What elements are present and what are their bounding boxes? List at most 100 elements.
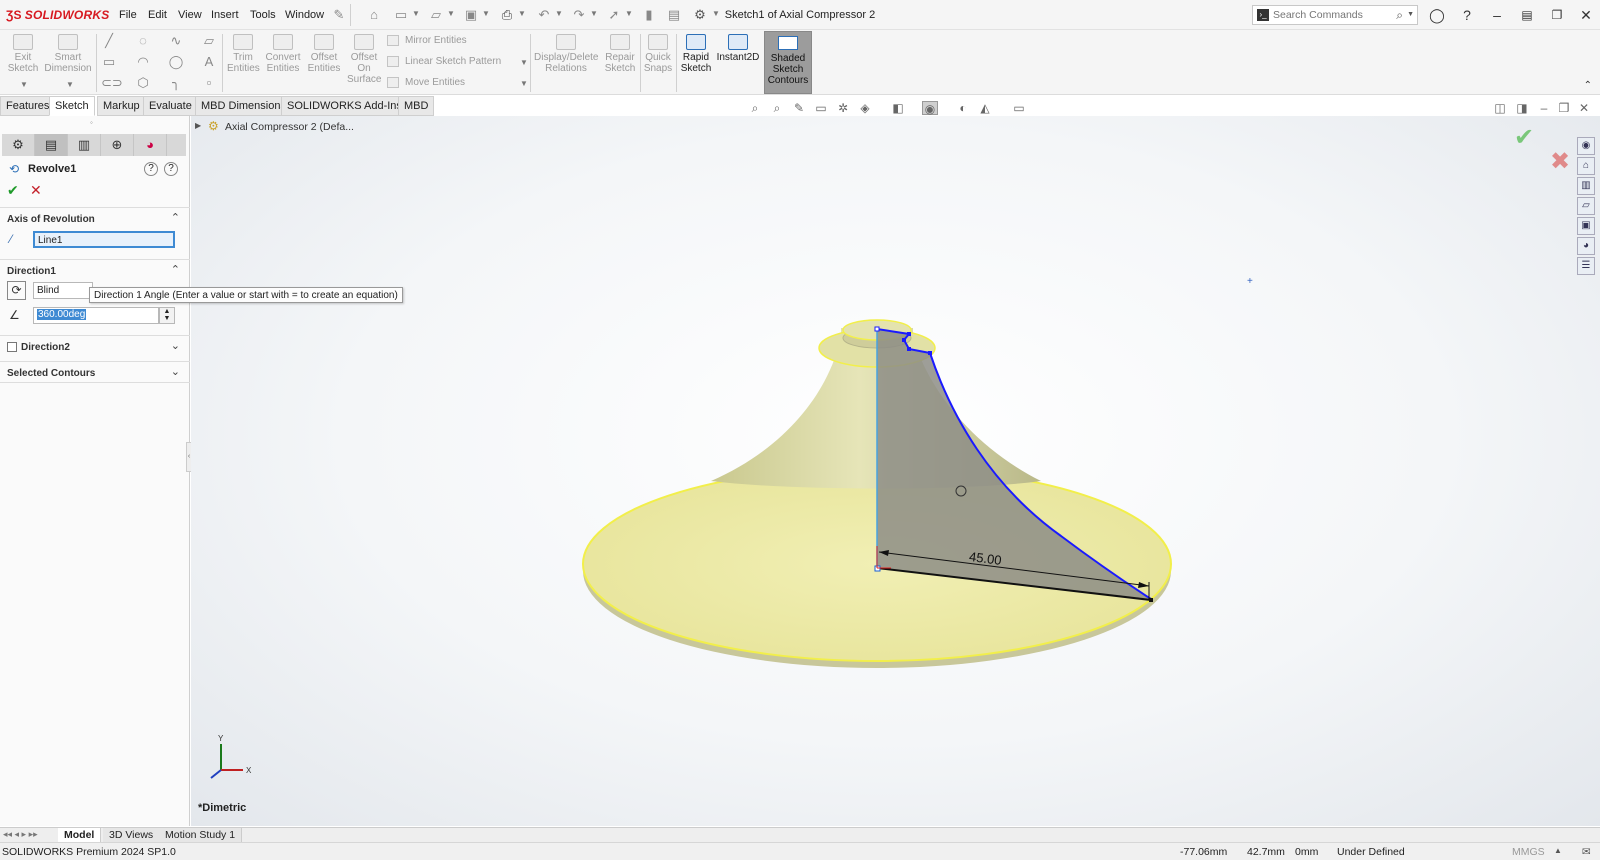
close-window-icon[interactable]: ✕ <box>1576 6 1596 24</box>
pin-icon[interactable]: ✎ <box>331 7 347 23</box>
display-delete-relations-button[interactable]: Display/Delete Relations <box>534 34 598 74</box>
sketch-point[interactable] <box>902 338 906 342</box>
tab-evaluate[interactable]: Evaluate <box>143 96 198 116</box>
ok-checkmark-icon[interactable]: ✔ <box>7 182 19 199</box>
linear-sketch-pattern-button[interactable]: Linear Sketch Pattern <box>387 56 501 67</box>
repair-sketch-button[interactable]: Repair Sketch <box>603 34 637 74</box>
chevron-up-icon[interactable]: ⌃ <box>171 263 180 276</box>
confirm-corner-check-icon[interactable]: ✔ <box>1514 123 1534 152</box>
tab-scroll-arrows-icon[interactable]: ◂◂ ◂ ▸ ▸▸ <box>3 829 38 840</box>
property-manager-tab-icon[interactable]: ▤ <box>35 134 68 156</box>
design-library-icon[interactable]: ▥ <box>1577 177 1595 195</box>
cancel-x-icon[interactable]: ✕ <box>30 182 42 199</box>
angle-spinner[interactable]: ▲ ▼ <box>159 307 175 324</box>
select-cursor-icon[interactable]: ➚ <box>606 7 622 23</box>
dimxpert-manager-tab-icon[interactable]: ⊕ <box>101 134 134 156</box>
chevron-down-icon[interactable]: ▼ <box>712 9 720 18</box>
detail-help-icon[interactable]: ? <box>164 162 178 176</box>
model-view[interactable]: 45.00 + Y X *Dimetric <box>191 116 1600 826</box>
section-view-icon[interactable]: ▭ <box>813 101 829 115</box>
notification-icon[interactable]: ✉ <box>1582 846 1591 858</box>
file-properties-icon[interactable]: ▤ <box>666 7 682 23</box>
display-manager-tab-icon[interactable]: ◕ <box>134 134 167 156</box>
slot-tool-icon[interactable]: ⊂⊃ <box>101 75 123 91</box>
redo-icon[interactable]: ↷ <box>571 7 587 23</box>
graphics-area[interactable]: ▶ ⚙ Axial Compressor 2 (Defa... 45.00 + … <box>191 116 1600 826</box>
search-icon[interactable]: ⌕ <box>1396 8 1403 23</box>
direction1-section[interactable]: Direction1 ⌃ <box>0 259 190 281</box>
chevron-down-icon[interactable]: ▼ <box>555 9 563 18</box>
mirror-entities-button[interactable]: Mirror Entities <box>387 35 467 46</box>
collapse-ribbon-icon[interactable]: ⌃ <box>1584 80 1592 91</box>
move-entities-button[interactable]: Move Entities <box>387 77 465 88</box>
chevron-up-icon[interactable]: ⌃ <box>171 211 180 224</box>
chevron-down-icon[interactable]: ▼ <box>520 58 528 67</box>
angle-input[interactable]: 360.00deg <box>33 307 159 324</box>
units-selector[interactable]: MMGS <box>1512 846 1545 858</box>
fillet-tool-icon[interactable]: ╮ <box>168 75 184 91</box>
tab-mbd[interactable]: MBD <box>398 96 435 116</box>
help-icon[interactable]: ? <box>1457 6 1477 24</box>
end-condition-select[interactable]: Blind <box>33 282 93 299</box>
solidworks-logo[interactable]: ƷS SOLIDWORKS <box>6 8 109 22</box>
chevron-down-icon[interactable]: ▼ <box>518 9 526 18</box>
menu-tools[interactable]: Tools <box>250 9 276 21</box>
tab-3d-views[interactable]: 3D Views <box>103 828 161 843</box>
home-icon[interactable]: ⌂ <box>366 7 382 23</box>
chevron-down-icon[interactable]: ⌄ <box>171 365 180 378</box>
search-commands-box[interactable]: ›_ ⌕ ▼ <box>1252 5 1418 25</box>
offset-on-surface-button[interactable]: Offset On Surface <box>347 34 381 85</box>
chevron-down-icon[interactable]: ▼ <box>1407 11 1414 18</box>
tab-model[interactable]: Model <box>58 828 102 843</box>
point-tool-icon[interactable]: ▫ <box>201 75 217 91</box>
chevron-down-icon[interactable]: ▼ <box>447 9 455 18</box>
rapid-sketch-button[interactable]: Rapid Sketch <box>679 34 713 74</box>
axis-of-revolution-section[interactable]: Axis of Revolution ⌃ <box>0 207 190 229</box>
spline-tool-icon[interactable]: ∿ <box>168 33 184 49</box>
restore-viewport-icon[interactable]: ❐ <box>1556 101 1572 115</box>
offset-entities-button[interactable]: Offset Entities <box>304 34 344 74</box>
shaded-sketch-contours-button[interactable]: Shaded Sketch Contours <box>764 31 812 94</box>
polygon-tool-icon[interactable]: ⬡ <box>135 75 151 91</box>
selected-contours-section[interactable]: Selected Contours ⌄ <box>0 361 190 383</box>
menu-view[interactable]: View <box>178 9 202 21</box>
convert-entities-button[interactable]: Convert Entities <box>263 34 303 74</box>
text-tool-icon[interactable]: A <box>201 54 217 70</box>
tab-mbd-dimensions[interactable]: MBD Dimensions <box>195 96 292 116</box>
view-settings-icon[interactable]: ▭ <box>1011 101 1027 115</box>
sketch-point[interactable] <box>1149 598 1153 602</box>
user-account-icon[interactable]: ◯ <box>1427 6 1447 24</box>
confirm-corner-cancel-icon[interactable]: ✖ <box>1550 147 1570 176</box>
appearances-icon[interactable]: ◕ <box>1577 237 1595 255</box>
sketch-point[interactable] <box>928 351 932 355</box>
chevron-down-icon[interactable]: ▼ <box>625 9 633 18</box>
chevron-down-icon[interactable]: ⌄ <box>171 339 180 352</box>
file-explorer-icon[interactable]: ▱ <box>1577 197 1595 215</box>
reverse-direction-icon[interactable]: ⟳ <box>7 281 26 300</box>
apply-scene-icon[interactable]: ◭ <box>977 101 993 115</box>
view-orientation-icon[interactable]: ◈ <box>857 101 873 115</box>
zoom-to-fit-icon[interactable]: ⌕ <box>747 101 763 115</box>
hide-show-items-icon[interactable]: ◉ <box>922 101 938 116</box>
axis-selection-field[interactable]: Line1 <box>33 231 175 248</box>
menu-insert[interactable]: Insert <box>211 9 239 21</box>
sketch-point[interactable] <box>907 332 911 336</box>
edit-appearance-icon[interactable]: ◐ <box>955 101 971 115</box>
tab-solidworks-add-ins[interactable]: SOLIDWORKS Add-Ins <box>281 96 408 116</box>
dynamic-annotation-icon[interactable]: ✲ <box>835 101 851 115</box>
smart-dimension-button[interactable]: Smart Dimension <box>43 34 93 74</box>
open-folder-icon[interactable]: ▱ <box>428 7 444 23</box>
split-view-vertical-icon[interactable]: ◨ <box>1514 101 1530 115</box>
tab-markup[interactable]: Markup <box>97 96 146 116</box>
configuration-manager-tab-icon[interactable]: ▥ <box>68 134 101 156</box>
new-document-icon[interactable]: ▭ <box>393 7 409 23</box>
chevron-down-icon[interactable]: ▼ <box>20 80 28 89</box>
split-view-icon[interactable]: ◫ <box>1492 101 1508 115</box>
help-icon[interactable]: ? <box>144 162 158 176</box>
sketch-point[interactable] <box>874 326 880 332</box>
home-icon[interactable]: ⌂ <box>1577 157 1595 175</box>
quick-snaps-button[interactable]: Quick Snaps <box>642 34 674 74</box>
circle-tool-icon[interactable]: ◌ <box>135 33 151 49</box>
view-palette-icon[interactable]: ▣ <box>1577 217 1595 235</box>
undo-icon[interactable]: ↶ <box>536 7 552 23</box>
